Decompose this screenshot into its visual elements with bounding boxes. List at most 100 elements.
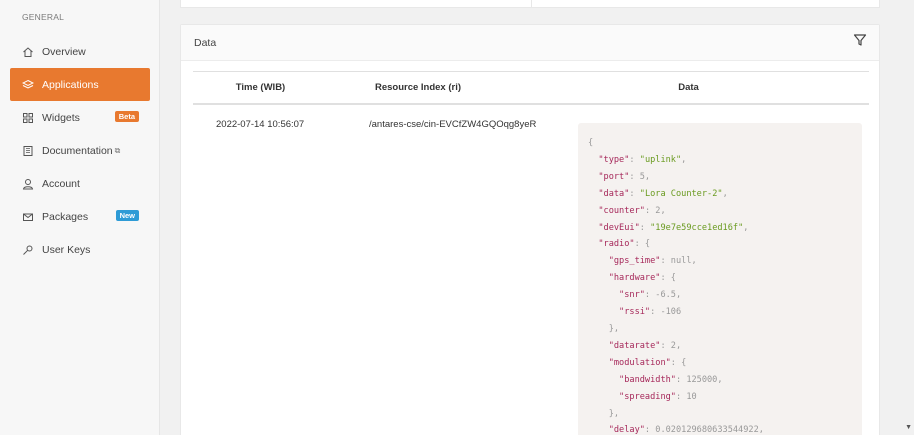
json-line: "delay": 0.020129680633544922,: [588, 422, 852, 435]
json-line: "modulation": {: [588, 355, 852, 372]
json-key: "port": [598, 171, 630, 182]
json-key: "spreading": [619, 391, 676, 402]
json-string: "Lora Counter-2": [639, 188, 723, 199]
sidebar-item-label: Applications: [42, 78, 99, 91]
json-punct: ,: [681, 154, 687, 165]
scroll-down-arrow-icon[interactable]: ▼: [905, 424, 912, 431]
app-root: GENERAL Overview Applications Widgets Be…: [0, 0, 914, 435]
cell-time: 2022-07-14 10:56:07: [216, 119, 305, 130]
json-punct: [588, 256, 609, 266]
json-line: "bandwidth": 125000,: [588, 372, 852, 389]
json-key: "rssi": [619, 307, 651, 318]
user-icon: [22, 178, 34, 190]
sidebar-item-applications[interactable]: Applications: [10, 68, 150, 101]
mail-icon: [22, 211, 34, 223]
book-icon: [22, 145, 34, 157]
json-punct: : 2,: [644, 205, 666, 216]
filter-icon[interactable]: [853, 33, 867, 52]
sidebar: GENERAL Overview Applications Widgets Be…: [0, 0, 160, 435]
card-header: Data: [181, 25, 879, 61]
previous-card-bottom: [180, 0, 880, 8]
main-content: Data Time (WIB) Resource Index (ri) Data…: [160, 0, 914, 435]
json-key: "snr": [619, 290, 645, 301]
beta-badge: Beta: [114, 111, 139, 122]
json-line: "snr": -6.5,: [588, 287, 852, 304]
json-punct: [588, 375, 619, 385]
json-punct: : 125000,: [675, 374, 723, 385]
sidebar-item-account[interactable]: Account: [10, 167, 150, 200]
json-punct: : {: [634, 239, 651, 250]
json-line: "spreading": 10: [588, 389, 852, 406]
json-punct: ,: [722, 188, 728, 199]
sidebar-item-packages[interactable]: Packages New: [10, 200, 150, 233]
sidebar-item-label: User Keys: [42, 243, 91, 256]
json-punct: : 2,: [660, 340, 682, 351]
json-punct: },: [588, 408, 620, 419]
json-punct: [588, 172, 598, 182]
json-punct: [588, 273, 609, 283]
sidebar-item-label: Documentation: [42, 144, 113, 157]
sidebar-section-title: GENERAL: [22, 12, 65, 22]
sidebar-item-widgets[interactable]: Widgets Beta: [10, 101, 150, 134]
json-punct: :: [629, 188, 640, 199]
json-punct: [588, 425, 609, 435]
json-punct: [588, 341, 609, 351]
json-punct: [588, 223, 598, 233]
json-line: },: [588, 321, 852, 338]
json-string: "19e7e59cce1ed16f": [650, 222, 744, 233]
json-line: "type": "uplink",: [588, 152, 852, 169]
home-icon: [22, 46, 34, 58]
json-string: "uplink": [639, 154, 682, 165]
json-key: "counter": [598, 205, 645, 216]
json-punct: :: [639, 222, 651, 233]
cell-resource-index[interactable]: /antares-cse/cin-EVCfZW4GQOqg8yeR: [369, 119, 536, 130]
data-table: Time (WIB) Resource Index (ri) Data 2022…: [193, 71, 869, 435]
table-row: 2022-07-14 10:56:07 /antares-cse/cin-EVC…: [193, 105, 869, 435]
json-line: "devEui": "19e7e59cce1ed16f",: [588, 220, 852, 237]
json-key: "hardware": [608, 273, 661, 284]
json-punct: },: [588, 323, 620, 334]
sidebar-item-label: Packages: [42, 210, 89, 223]
json-key: "bandwidth": [619, 374, 676, 385]
table-header: Time (WIB) Resource Index (ri) Data: [193, 71, 869, 105]
grid-icon: [22, 112, 34, 124]
key-icon: [22, 244, 34, 256]
json-punct: :: [629, 154, 640, 165]
sidebar-item-documentation[interactable]: Documentation ⧉: [10, 134, 150, 167]
json-punct: [588, 392, 619, 402]
json-punct: : {: [670, 357, 687, 368]
json-line: "gps_time": null,: [588, 253, 852, 270]
column-header-time[interactable]: Time (WIB): [193, 82, 328, 93]
json-punct: : 5,: [629, 171, 651, 182]
sidebar-item-label: Account: [42, 177, 80, 190]
layers-icon: [22, 79, 34, 91]
json-punct: : -6.5,: [644, 290, 682, 301]
json-line: "port": 5,: [588, 169, 852, 186]
json-line: "hardware": {: [588, 270, 852, 287]
json-key: "delay": [608, 425, 645, 435]
json-key: "modulation": [608, 357, 671, 368]
json-punct: [588, 307, 619, 317]
json-data-block: { "type": "uplink", "port": 5, "data": "…: [578, 123, 862, 435]
json-punct: : -106: [650, 307, 682, 318]
sidebar-item-user-keys[interactable]: User Keys: [10, 233, 150, 266]
card-divider: [531, 0, 532, 8]
json-key: "datarate": [608, 340, 661, 351]
json-key: "data": [598, 188, 630, 199]
json-punct: [588, 206, 598, 216]
json-punct: [588, 358, 609, 368]
json-punct: ,: [743, 222, 749, 233]
column-header-ri[interactable]: Resource Index (ri): [328, 82, 508, 93]
json-punct: [588, 189, 598, 199]
json-line: "datarate": 2,: [588, 338, 852, 355]
column-header-data[interactable]: Data: [508, 82, 869, 93]
sidebar-nav: Overview Applications Widgets Beta Docum…: [10, 35, 150, 266]
sidebar-item-overview[interactable]: Overview: [10, 35, 150, 68]
new-badge: New: [115, 210, 139, 221]
json-line: "rssi": -106: [588, 304, 852, 321]
json-key: "radio": [598, 239, 635, 250]
json-punct: [588, 290, 619, 300]
scrollbar[interactable]: ▼: [902, 0, 914, 435]
json-line: "counter": 2,: [588, 203, 852, 220]
json-line: {: [588, 135, 852, 152]
